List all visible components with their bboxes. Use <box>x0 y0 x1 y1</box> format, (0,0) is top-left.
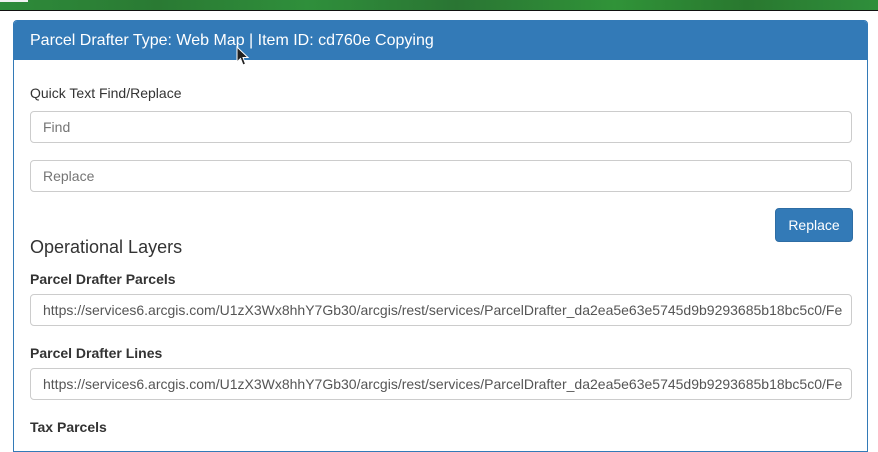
top-banner <box>0 0 878 11</box>
layer-label: Parcel Drafter Lines <box>30 345 163 361</box>
find-input[interactable] <box>30 111 852 143</box>
mouse-cursor-icon <box>236 46 250 66</box>
replace-button[interactable]: Replace <box>775 208 853 242</box>
web-map-panel: Parcel Drafter Type: Web Map | Item ID: … <box>13 20 868 452</box>
find-replace-label: Quick Text Find/Replace <box>30 85 182 101</box>
replace-input[interactable] <box>30 160 852 192</box>
operational-layers-heading: Operational Layers <box>30 237 183 257</box>
layer-label: Tax Parcels <box>30 419 107 435</box>
layer-label: Parcel Drafter Parcels <box>30 271 176 287</box>
layer-url-input[interactable] <box>30 294 852 326</box>
panel-title: Parcel Drafter Type: Web Map | Item ID: … <box>14 21 867 60</box>
layer-url-input[interactable] <box>30 368 852 400</box>
banner-tab[interactable] <box>0 0 28 2</box>
